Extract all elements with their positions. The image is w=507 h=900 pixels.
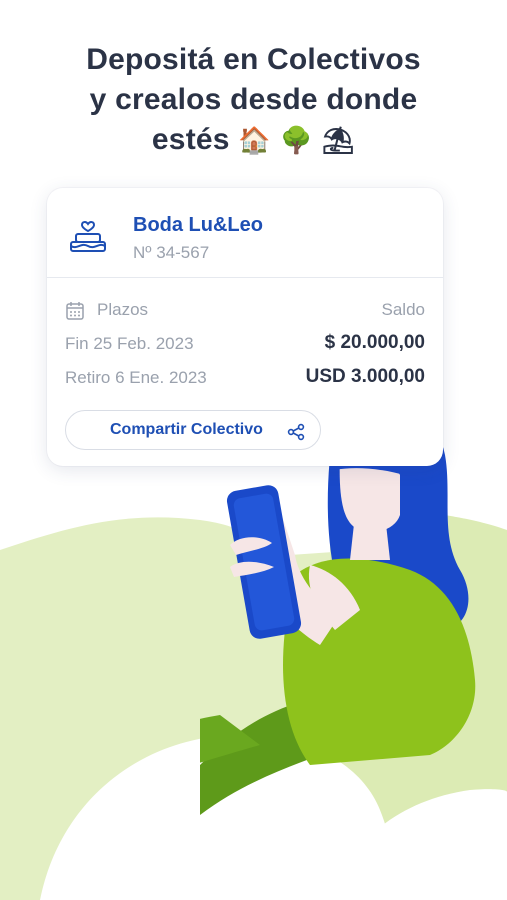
retiro-amount: USD 3.000,00	[305, 366, 425, 387]
cake-icon	[70, 221, 106, 252]
headline-line-1: Depositá en Colectivos	[86, 43, 421, 76]
share-icon	[287, 423, 305, 441]
headline-line-3: estés 🏠 🌳 ⛱	[0, 120, 507, 161]
calendar-icon	[66, 302, 84, 320]
colectivo-name: Boda Lu&Leo	[133, 214, 263, 236]
plazos-header-row: Plazos Saldo	[65, 300, 425, 324]
headline-line-3-text: estés	[151, 123, 230, 156]
saldo-label: Saldo	[381, 300, 425, 319]
fin-amount: $ 20.000,00	[324, 332, 425, 353]
share-colectivo-button[interactable]: Compartir Colectivo	[65, 410, 321, 450]
colectivo-number: Nº 34-567	[133, 243, 210, 262]
card-header: Boda Lu&Leo Nº 34-567	[47, 188, 443, 278]
headline: Depositá en Colectivos y crealos desde d…	[0, 40, 507, 161]
colectivo-card[interactable]: Boda Lu&Leo Nº 34-567 Plazos Saldo Fin 2…	[47, 188, 443, 466]
share-button-label: Compartir Colectivo	[110, 421, 263, 438]
retiro-row: Retiro 6 Ene. 2023 USD 3.000,00	[65, 366, 425, 392]
retiro-label: Retiro 6 Ene. 2023	[65, 368, 207, 387]
headline-line-2: y crealos desde donde	[89, 83, 418, 116]
plazos-label: Plazos	[97, 300, 149, 319]
fin-row: Fin 25 Feb. 2023 $ 20.000,00	[65, 332, 425, 358]
headline-emojis: 🏠 🌳 ⛱	[238, 126, 356, 156]
fin-label: Fin 25 Feb. 2023	[65, 334, 194, 353]
